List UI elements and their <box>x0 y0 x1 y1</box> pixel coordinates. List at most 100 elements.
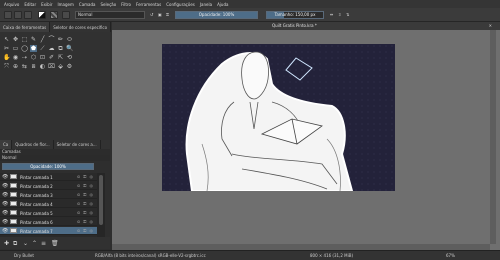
tool-button-25[interactable]: ⊕ <box>12 63 19 70</box>
vertical-scrollbar[interactable] <box>490 30 496 244</box>
layer-row[interactable]: 👁 Pintar camada 5 α ⚿ ◎ <box>0 209 97 217</box>
mirror-vertical-icon[interactable]: ⇳ <box>338 12 341 17</box>
layer-row[interactable]: 👁 Pintar camada 6 α ⚿ ◎ <box>0 218 97 226</box>
menu-item-0[interactable]: Arquivo <box>4 2 19 7</box>
visibility-eye-icon[interactable]: 👁 <box>2 201 8 207</box>
tool-button-26[interactable]: ⇆ <box>21 63 28 70</box>
layer-lock-icons[interactable]: α ⚿ ◎ <box>77 192 94 197</box>
tab-color-selector[interactable]: Seletor de cores específico <box>50 22 112 32</box>
tool-button-20[interactable]: ⊡ <box>39 54 46 61</box>
menu-item-6[interactable]: Filtro <box>121 2 131 7</box>
tool-button-8[interactable]: ✂ <box>3 45 10 52</box>
new-document-icon[interactable] <box>4 11 12 19</box>
tool-button-22[interactable]: ⇱ <box>57 54 64 61</box>
layer-lock-icons[interactable]: α ⚿ ◎ <box>77 183 94 188</box>
tool-button-27[interactable]: ⧈ <box>30 63 37 70</box>
menu-item-1[interactable]: Editar <box>24 2 36 7</box>
layer-lock-icons[interactable]: α ⚿ ◎ <box>77 228 94 233</box>
preserve-alpha-icon[interactable]: ▣ <box>158 12 162 17</box>
layer-list-scrollbar[interactable] <box>97 173 105 237</box>
mirror-horizontal-icon[interactable]: ⇹ <box>330 12 333 17</box>
opacity-slider[interactable]: Opacidade: 100% <box>175 11 258 19</box>
tool-button-15[interactable]: 🔍 <box>66 45 73 52</box>
tool-button-0[interactable]: ↖ <box>3 36 10 43</box>
menu-item-4[interactable]: Camada <box>79 2 96 7</box>
menu-item-2[interactable]: Exibir <box>41 2 52 7</box>
size-slider[interactable]: Tamanho: 150,00 px <box>266 11 324 19</box>
tool-button-1[interactable]: ✥ <box>12 36 19 43</box>
tool-button-14[interactable]: ⧉ <box>57 45 64 52</box>
close-document-icon[interactable]: ✕ <box>489 23 492 28</box>
tab-advanced-color-selector[interactable]: Seletor de cores a... <box>54 140 101 149</box>
visibility-eye-icon[interactable]: 👁 <box>2 219 8 225</box>
tool-button-3[interactable]: ✎ <box>30 36 37 43</box>
zoom-level[interactable]: 67% <box>446 253 455 258</box>
wrap-around-icon[interactable]: ⇅ <box>346 12 349 17</box>
menu-item-7[interactable]: Ferramentas <box>136 2 161 7</box>
tool-button-31[interactable]: ⚙ <box>66 63 73 70</box>
tab-toolbox[interactable]: Caixa de ferramentas <box>0 22 51 32</box>
eraser-mode-icon[interactable]: ↺ <box>150 12 153 17</box>
brush-preset-icon[interactable] <box>62 11 70 19</box>
layer-row[interactable]: 👁 Pintar camada 1 α ⚿ ◎ <box>0 173 97 181</box>
tool-button-28[interactable]: ◐ <box>39 63 46 70</box>
visibility-eye-icon[interactable]: 👁 <box>2 192 8 198</box>
pattern-icon[interactable] <box>50 11 58 19</box>
blend-mode-select[interactable]: Normal <box>75 11 145 19</box>
menu-item-10[interactable]: Ajuda <box>217 2 228 7</box>
move-up-icon[interactable]: ⌃ <box>32 240 37 247</box>
tool-button-9[interactable]: ▭ <box>12 45 19 52</box>
toolbox-panel: ↖ ✥ ⬚ ✎ ╱ ⌒ ✏ ⬭ ✂ ▭ ◯ ⬟ ⟋ ☁ ⧉ 🔍 ✋ ◉ ⇢ ⬡ ⊡ ✐ ⇱ ⟲ ⤧ ⊕ ⇆ ⧈ ◐ ⌧ ⬙ ⚙ <box>0 32 110 140</box>
layer-lock-icons[interactable]: α ⚿ ◎ <box>77 174 94 179</box>
tool-button-5[interactable]: ⌒ <box>48 36 55 43</box>
tool-button-10[interactable]: ◯ <box>21 45 28 52</box>
document-canvas[interactable] <box>162 44 395 191</box>
menu-item-5[interactable]: Seleção <box>101 2 117 7</box>
layer-properties-icon[interactable]: ≡ <box>41 240 46 247</box>
tool-button-21[interactable]: ✐ <box>48 54 55 61</box>
tool-button-16[interactable]: ✋ <box>3 54 10 61</box>
menu-item-8[interactable]: Configurações <box>166 2 195 7</box>
layer-lock-icons[interactable]: α ⚿ ◎ <box>77 210 94 215</box>
visibility-eye-icon[interactable]: 👁 <box>2 183 8 189</box>
tool-button-6[interactable]: ✏ <box>57 36 64 43</box>
tool-button-11[interactable]: ⬟ <box>30 45 37 52</box>
layers-blend-mode[interactable]: Normal <box>0 155 110 161</box>
tool-button-24[interactable]: ⤧ <box>3 63 10 70</box>
lock-icon[interactable]: ⚿ <box>166 12 169 17</box>
layer-row[interactable]: 👁 Pintar camada 2 α ⚿ ◎ <box>0 182 97 190</box>
layer-row[interactable]: 👁 Pintar camada 4 α ⚿ ◎ <box>0 200 97 208</box>
layer-scroll-thumb[interactable] <box>99 175 103 225</box>
delete-layer-icon[interactable]: 🗑 <box>51 240 59 247</box>
tool-button-23[interactable]: ⟲ <box>66 54 73 61</box>
tool-button-7[interactable]: ⬭ <box>66 36 73 43</box>
visibility-eye-icon[interactable]: 👁 <box>2 174 8 180</box>
tool-button-13[interactable]: ☁ <box>48 45 55 52</box>
document-tab[interactable]: Quilt Gratis Pinto.kra * <box>272 23 317 28</box>
color-swatch-icon[interactable] <box>38 11 46 19</box>
add-layer-icon[interactable]: ✚ <box>4 240 9 247</box>
tool-button-17[interactable]: ◉ <box>12 54 19 61</box>
tool-button-19[interactable]: ⬡ <box>30 54 37 61</box>
layer-lock-icons[interactable]: α ⚿ ◎ <box>77 219 94 224</box>
tool-button-18[interactable]: ⇢ <box>21 54 28 61</box>
menu-item-3[interactable]: Imagem <box>57 2 73 7</box>
tab-layers[interactable]: Ca <box>0 140 13 149</box>
visibility-eye-icon[interactable]: 👁 <box>2 210 8 216</box>
layer-row[interactable]: 👁 Pintar camada 7 α ⚿ ◎ <box>0 227 97 235</box>
layer-row[interactable]: 👁 Pintar camada 3 α ⚿ ◎ <box>0 191 97 199</box>
layer-lock-icons[interactable]: α ⚿ ◎ <box>77 201 94 206</box>
visibility-eye-icon[interactable]: 👁 <box>2 228 8 234</box>
tool-button-4[interactable]: ╱ <box>39 36 46 43</box>
menu-item-9[interactable]: Janela <box>200 2 212 7</box>
tool-button-30[interactable]: ⬙ <box>57 63 64 70</box>
tool-button-2[interactable]: ⬚ <box>21 36 28 43</box>
tab-animation-frames[interactable]: Quadros de flor... <box>12 140 54 149</box>
tool-button-29[interactable]: ⌧ <box>48 63 55 70</box>
duplicate-layer-icon[interactable]: ⧉ <box>13 240 17 248</box>
layer-opacity-slider[interactable]: Opacidade: 100% <box>2 163 94 170</box>
move-down-icon[interactable]: ⌄ <box>23 240 28 247</box>
tool-button-12[interactable]: ⟋ <box>39 45 46 52</box>
open-document-icon[interactable] <box>14 11 22 19</box>
save-document-icon[interactable] <box>24 11 32 19</box>
